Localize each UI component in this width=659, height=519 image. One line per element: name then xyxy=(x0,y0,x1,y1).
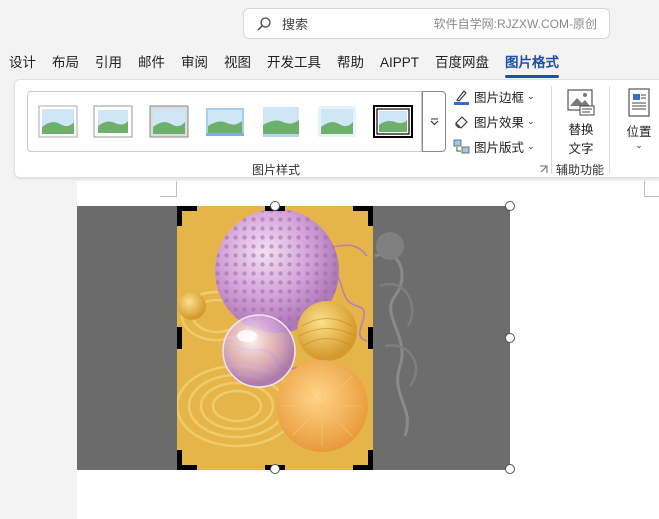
margin-marker xyxy=(160,196,177,197)
tab-developer[interactable]: 开发工具 xyxy=(259,50,329,78)
dialog-launcher-icon[interactable] xyxy=(539,165,548,174)
ribbon-tabs: 设计 布局 引用 邮件 审阅 视图 开发工具 帮助 AIPPT 百度网盘 图片格… xyxy=(0,50,567,78)
crop-handle-bottom-right[interactable] xyxy=(368,450,373,470)
picture-layout-button[interactable]: 图片版式 ⌄ xyxy=(453,137,535,156)
chevron-down-icon xyxy=(430,118,438,126)
tab-layout[interactable]: 布局 xyxy=(44,50,87,78)
resize-handle-right[interactable] xyxy=(505,333,515,343)
picture-effects-button[interactable]: 图片效果 ⌄ xyxy=(453,112,535,131)
ribbon-separator xyxy=(551,86,552,174)
position-button[interactable]: 位置 ⌄ xyxy=(623,88,655,151)
margin-marker xyxy=(644,181,645,197)
picture-style-1[interactable] xyxy=(38,105,78,138)
watermark-text: 软件自学网:RJZXW.COM-原创 xyxy=(433,17,597,31)
layout-icon xyxy=(453,139,470,154)
picture-style-4[interactable] xyxy=(205,105,245,138)
tab-help[interactable]: 帮助 xyxy=(329,50,372,78)
resize-handle-bottom[interactable] xyxy=(270,464,280,474)
crop-handle-top-left[interactable] xyxy=(177,206,182,226)
tab-review[interactable]: 审阅 xyxy=(173,50,216,78)
tab-picture-format[interactable]: 图片格式 xyxy=(497,50,567,78)
crop-handle-left[interactable] xyxy=(177,327,182,349)
picture-styles-gallery xyxy=(27,91,422,152)
tab-view[interactable]: 视图 xyxy=(216,50,259,78)
margin-marker xyxy=(644,196,659,197)
tab-design[interactable]: 设计 xyxy=(0,50,44,78)
ribbon-separator xyxy=(609,86,610,174)
chevron-down-icon: ⌄ xyxy=(527,91,535,101)
resize-handle-bottom-right[interactable] xyxy=(505,464,515,474)
chevron-down-icon: ⌄ xyxy=(527,116,535,126)
chevron-down-icon: ⌄ xyxy=(527,141,535,151)
position-icon xyxy=(628,88,650,117)
search-icon xyxy=(257,16,271,30)
selected-picture[interactable] xyxy=(177,206,373,470)
crop-handle-right[interactable] xyxy=(368,327,373,349)
alt-text-button[interactable]: 替换 文字 xyxy=(563,88,599,157)
tab-baidu-netdisk[interactable]: 百度网盘 xyxy=(427,50,497,78)
document-left-margin xyxy=(0,181,77,519)
gallery-more-button[interactable] xyxy=(422,91,446,152)
tab-aippt[interactable]: AIPPT xyxy=(372,50,427,78)
chevron-down-icon: ⌄ xyxy=(635,140,643,150)
picture-style-7[interactable] xyxy=(373,105,413,138)
picture-border-button[interactable]: 图片边框 ⌄ xyxy=(453,87,535,106)
crop-handle-top-right[interactable] xyxy=(368,206,373,226)
ribbon-panel: 图片样式 图片边框 ⌄ 图片效果 ⌄ 图片版式 ⌄ 替换 文字 辅助功能 位置 … xyxy=(14,79,659,178)
resize-handle-top-right[interactable] xyxy=(505,201,515,211)
alt-text-icon xyxy=(567,89,595,116)
accessibility-group-label: 辅助功能 xyxy=(556,163,605,177)
cropped-image-remainder xyxy=(370,206,510,470)
pen-border-icon xyxy=(454,90,469,105)
search-box[interactable]: 搜索 软件自学网:RJZXW.COM-原创 xyxy=(243,8,610,39)
resize-handle-top[interactable] xyxy=(270,201,280,211)
picture-styles-group-label: 图片样式 xyxy=(252,163,301,177)
search-placeholder: 搜索 xyxy=(282,17,309,32)
effects-icon xyxy=(455,116,468,129)
margin-marker xyxy=(176,181,177,197)
tab-mailings[interactable]: 邮件 xyxy=(130,50,173,78)
tab-references[interactable]: 引用 xyxy=(87,50,130,78)
picture-style-3[interactable] xyxy=(149,105,189,138)
picture-style-5[interactable] xyxy=(261,105,301,138)
picture-style-6[interactable] xyxy=(317,105,357,138)
crop-handle-bottom-left[interactable] xyxy=(177,450,182,470)
picture-style-2[interactable] xyxy=(93,105,133,138)
